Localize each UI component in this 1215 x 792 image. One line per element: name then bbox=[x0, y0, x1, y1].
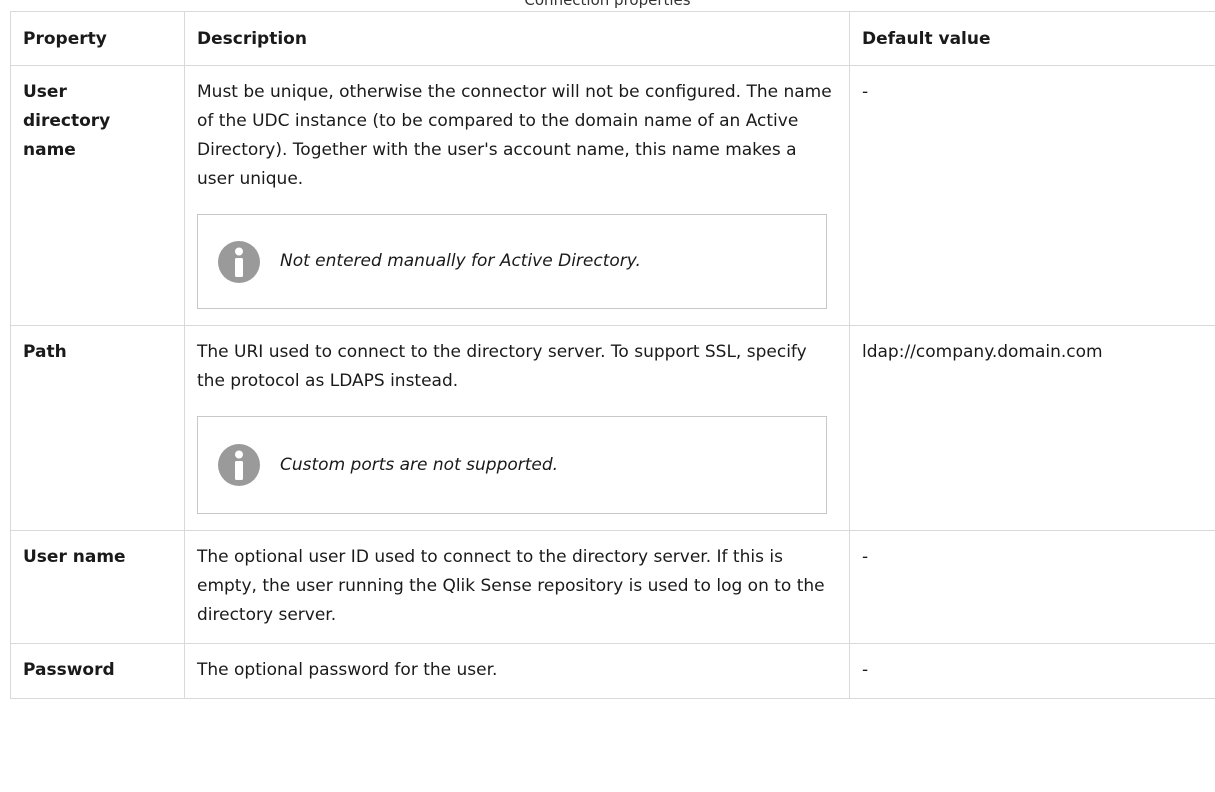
property-description: The optional user ID used to connect to … bbox=[184, 530, 850, 644]
property-name: Path bbox=[10, 325, 185, 531]
table-row: User directory name Must be unique, othe… bbox=[10, 65, 1215, 326]
property-name: User directory name bbox=[10, 65, 185, 326]
property-description: Must be unique, otherwise the connector … bbox=[184, 65, 850, 326]
property-description: The URI used to connect to the directory… bbox=[184, 325, 850, 531]
property-name-text: User directory name bbox=[23, 82, 111, 160]
header-property: Property bbox=[10, 11, 185, 66]
info-icon bbox=[218, 444, 260, 486]
default-value: - bbox=[849, 65, 1215, 326]
property-description: The optional password for the user. bbox=[184, 643, 850, 699]
note-text: Not entered manually for Active Director… bbox=[280, 251, 641, 271]
note-box: Not entered manually for Active Director… bbox=[197, 214, 827, 309]
description-text: The optional user ID used to connect to … bbox=[197, 547, 825, 625]
header-description: Description bbox=[184, 11, 850, 66]
property-name: User name bbox=[10, 530, 185, 644]
default-value: - bbox=[849, 643, 1215, 699]
description-text: The URI used to connect to the directory… bbox=[197, 342, 807, 391]
table-row: Path The URI used to connect to the dire… bbox=[10, 325, 1215, 531]
table-caption: Connection properties bbox=[524, 0, 691, 9]
header-default-value: Default value bbox=[849, 11, 1215, 66]
table-header-row: Property Description Default value bbox=[10, 11, 1215, 66]
default-value: ldap://company.domain.com bbox=[849, 325, 1215, 531]
table-row: Password The optional password for the u… bbox=[10, 643, 1215, 699]
info-icon bbox=[218, 240, 260, 283]
note-text: Custom ports are not supported. bbox=[280, 454, 559, 475]
property-name: Password bbox=[10, 643, 185, 699]
note-box: Custom ports are not supported. bbox=[197, 416, 827, 514]
description-text: The optional password for the user. bbox=[197, 660, 498, 680]
connection-properties-table: Property Description Default value User … bbox=[10, 11, 1215, 699]
default-value: - bbox=[849, 530, 1215, 644]
table-row: User name The optional user ID used to c… bbox=[10, 530, 1215, 644]
description-text: Must be unique, otherwise the connector … bbox=[197, 82, 832, 189]
